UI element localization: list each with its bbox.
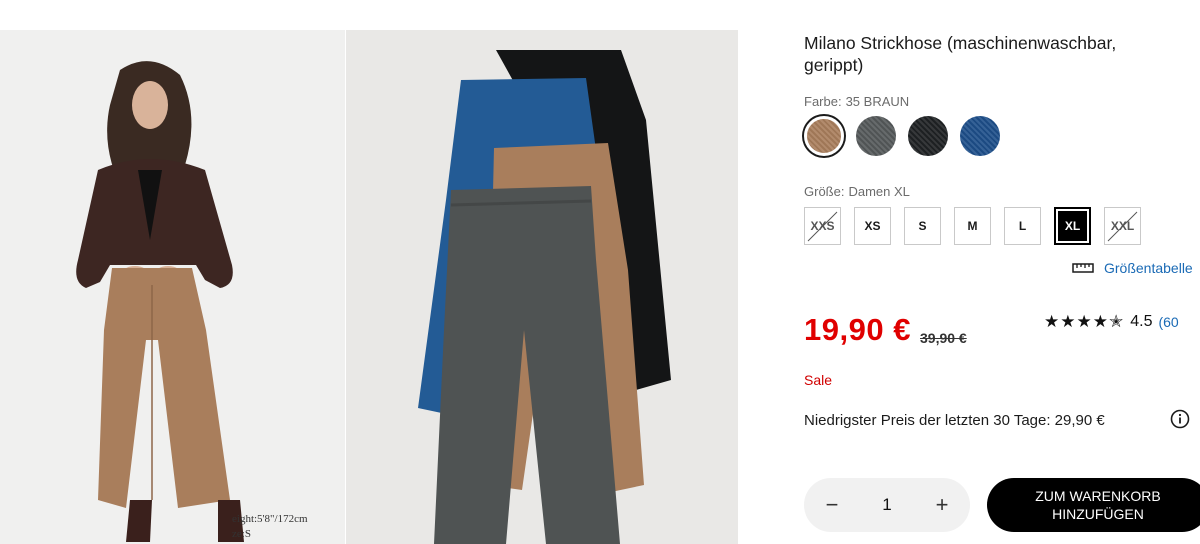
info-icon[interactable] [1170,409,1190,429]
size-options: XXS XS S M L XL XXL [804,207,1141,245]
size-option-xl[interactable]: XL [1054,207,1091,245]
size-chart-label: Größentabelle [1104,260,1193,276]
model-height: eight:5'8"/172cm [232,513,308,525]
size-chart-link[interactable]: Größentabelle [1072,260,1193,276]
size-option-m[interactable]: M [954,207,991,245]
rating-count-link[interactable]: (60 [1158,314,1178,330]
add-to-cart-button[interactable]: ZUM WARENKORB HINZUFÜGEN [987,478,1200,532]
color-swatch-schwarz[interactable] [908,116,948,156]
lowest-price-note: Niedrigster Preis der letzten 30 Tage: 2… [804,412,1105,429]
quantity-value[interactable]: 1 [882,495,891,515]
original-price: 39,90 € [920,330,967,346]
product-gallery: eight:5'8"/172cm ze:S [0,30,738,544]
rating-stars: ★★★★✭ [1044,312,1125,331]
size-option-xxl[interactable]: XXL [1104,207,1141,245]
color-swatch-grau[interactable] [856,116,896,156]
quantity-decrease-button[interactable]: − [822,492,842,518]
size-label-text: Größe: [804,184,845,199]
size-option-l[interactable]: L [1004,207,1041,245]
color-swatch-blau[interactable] [960,116,1000,156]
product-title: Milano Strickhose (maschinenwaschbar, ge… [804,33,1117,75]
sale-badge: Sale [804,372,833,388]
swatch-texture [856,116,896,156]
size-option-xxs[interactable]: XXS [804,207,841,245]
size-label: Größe: Damen XL [804,184,910,199]
color-label: Farbe: 35 BRAUN [804,94,909,109]
add-to-cart-label-line1: ZUM WARENKORB [1035,488,1161,504]
color-value: 35 BRAUN [845,94,910,109]
size-option-xs[interactable]: XS [854,207,891,245]
color-swatches [804,116,1000,156]
quantity-stepper: − 1 + [804,478,970,532]
size-value: Damen XL [848,184,910,199]
size-option-s[interactable]: S [904,207,941,245]
quantity-increase-button[interactable]: + [932,492,952,518]
rating-value: 4.5 [1130,313,1153,330]
product-details-panel: Milano Strickhose (maschinenwaschbar, ge… [804,0,1200,544]
rating[interactable]: ★★★★✭ 4.5 (60 [1044,312,1179,332]
swatch-texture [960,116,1000,156]
ruler-icon [1072,263,1094,273]
swatch-texture [908,116,948,156]
model-measurements-caption: eight:5'8"/172cm ze:S [232,512,308,542]
add-to-cart-label-line2: HINZUFÜGEN [1052,506,1144,522]
flat-lay-photo[interactable] [346,30,738,544]
swatch-texture [807,119,841,153]
color-label-text: Farbe: [804,94,842,109]
color-swatch-braun[interactable] [804,116,844,156]
current-price: 19,90 € [804,312,911,347]
model-size: ze:S [232,528,251,540]
model-photo[interactable]: eight:5'8"/172cm ze:S [0,30,345,544]
